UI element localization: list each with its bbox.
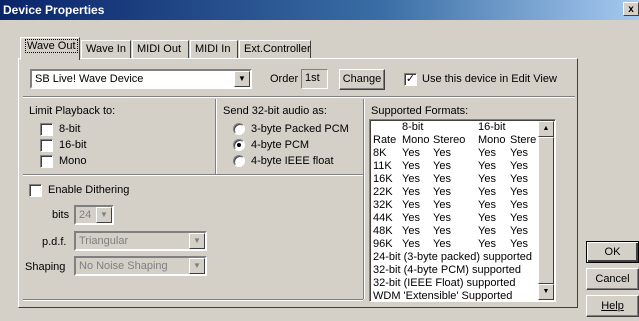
shaping-select-value: No Noise Shaping [79,260,168,272]
supported-formats-list[interactable]: 8-bit 16-bit Rate Mono Stereo Mono Stere… [369,119,556,302]
scroll-down-icon[interactable]: ▼ [538,284,554,300]
limit-mono-checkbox[interactable] [40,155,53,168]
title-bar: Device Properties x [0,0,639,20]
bits-label: bits [52,209,70,221]
table-row: 44K Yes Yes Yes Yes [373,212,528,224]
chevron-down-icon[interactable]: ▼ [189,258,205,274]
ok-button[interactable]: OK [586,241,639,263]
shaping-label: Shaping [25,261,66,273]
send32-4byte-pcm-radio[interactable] [233,139,245,151]
limit-mono-label: Mono [59,155,87,167]
limit-playback-label: Limit Playback to: [29,105,116,117]
bits-select[interactable]: 24 ▼ [74,205,114,225]
cancel-button[interactable]: Cancel [586,268,639,290]
chevron-down-icon[interactable]: ▼ [189,233,205,249]
tab-midi-in[interactable]: MIDI In [190,40,238,59]
divider [363,99,365,299]
table-row: 16K Yes Yes Yes Yes [373,173,528,185]
send32-3byte-radio[interactable] [233,123,245,135]
divider [215,99,217,174]
tab-midi-out[interactable]: MIDI Out [132,40,189,59]
limit-8bit-label: 8-bit [59,123,81,135]
table-row: 96K Yes Yes Yes Yes [373,238,528,250]
limit-16bit-label: 16-bit [59,139,87,151]
list-item: 32-bit (4-byte PCM) supported [373,264,521,276]
tab-ext-controller[interactable]: Ext.Controller [239,40,311,59]
pdf-select[interactable]: Triangular ▼ [74,231,207,251]
bits-select-value: 24 [79,209,92,221]
change-button[interactable]: Change [339,69,385,90]
formats-table: 8-bit 16-bit Rate Mono Stereo Mono Stere… [373,121,540,251]
pdf-select-value: Triangular [79,235,129,247]
send32-ieee-float-radio[interactable] [233,155,245,167]
close-icon[interactable]: x [623,2,639,16]
wave-out-panel: SB Live! Wave Device ▼ Order 1st Change … [18,58,578,308]
scroll-thumb[interactable] [538,137,554,284]
list-item: WDM 'Extensible' Supported [373,290,513,302]
enable-dithering-checkbox[interactable] [29,184,42,197]
window-title: Device Properties [3,3,105,17]
tab-wave-out[interactable]: Wave Out [20,37,80,60]
divider [23,174,363,176]
table-row: 22K Yes Yes Yes Yes [373,186,528,198]
device-select-value: SB Live! Wave Device [35,73,144,85]
formats-group-header: 8-bit 16-bit [402,121,506,133]
order-field: 1st [301,69,328,89]
supported-formats-label: Supported Formats: [371,105,469,117]
send32-3byte-label: 3-byte Packed PCM [251,123,349,135]
help-button-label: Help [601,300,624,312]
scroll-up-icon[interactable]: ▲ [538,121,554,137]
limit-8bit-checkbox[interactable] [40,123,53,136]
use-in-edit-view-checkbox[interactable]: ✓ [404,73,417,86]
enable-dithering-label: Enable Dithering [48,184,130,196]
formats-column-header: Rate Mono Stereo Mono Stere [373,134,537,146]
radio-selected-dot [237,143,241,147]
table-row: 48K Yes Yes Yes Yes [373,225,528,237]
chevron-down-icon[interactable]: ▼ [96,207,112,223]
send32-ieee-float-label: 4-byte IEEE float [251,155,334,167]
chevron-down-icon[interactable]: ▼ [234,71,250,87]
order-label: Order [270,73,299,85]
tab-wave-in[interactable]: Wave In [81,40,131,59]
table-row: 32K Yes Yes Yes Yes [373,199,528,211]
formats-scrollbar[interactable]: ▲ ▼ [538,121,554,300]
shaping-select[interactable]: No Noise Shaping ▼ [74,256,207,276]
list-item: 32-bit (IEEE Float) supported [373,277,516,289]
send32-label: Send 32-bit audio as: [223,105,327,117]
pdf-label: p.d.f. [42,236,67,248]
table-row: 11K Yes Yes Yes Yes [373,160,528,172]
limit-16bit-checkbox[interactable] [40,139,53,152]
divider [23,96,575,98]
table-row: 8K Yes Yes Yes Yes [373,147,528,159]
divider [23,299,363,301]
list-item: 24-bit (3-byte packed) supported [373,251,532,263]
use-in-edit-view-label: Use this device in Edit View [422,73,557,85]
help-button[interactable]: Help [586,295,639,317]
device-select[interactable]: SB Live! Wave Device ▼ [30,69,252,89]
send32-4byte-pcm-label: 4-byte PCM [251,139,310,151]
